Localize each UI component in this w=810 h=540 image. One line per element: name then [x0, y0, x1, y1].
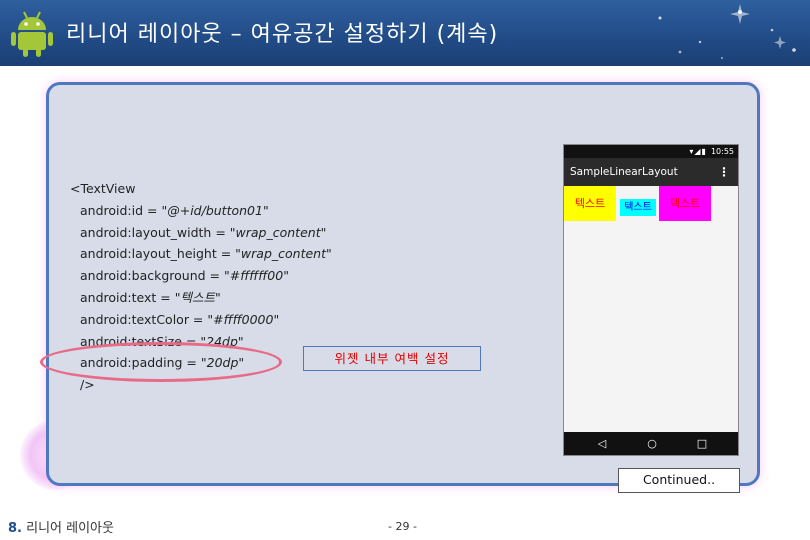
code-line: android:layout_width = "wrap_content": [70, 222, 350, 244]
chapter-title: 리니어 레이아웃: [21, 521, 114, 536]
code-value: "wrap_content": [229, 224, 327, 240]
code-value: "#ffffff00": [224, 268, 289, 284]
code-value: "텍스트": [174, 289, 221, 305]
chapter-number: 8.: [8, 521, 22, 536]
textview-cyan: 텍스트: [620, 199, 656, 216]
footer-chapter: 8. 리니어 레이아웃: [8, 517, 114, 536]
code-value: "wrap_content": [235, 246, 332, 262]
code-value: "@+id/button01": [161, 202, 269, 218]
code-line: android:layout_height = "wrap_content": [70, 243, 350, 265]
header-banner: 리니어 레이아웃 – 여유공간 설정하기 (계속): [0, 0, 810, 66]
code-line: android:text = "텍스트": [70, 287, 350, 309]
sparkle-decoration: [658, 4, 796, 59]
code-attr: android:background =: [80, 268, 225, 284]
code-line: android:textColor = "#ffff0000": [70, 309, 350, 331]
code-attr: android:layout_height =: [80, 246, 236, 262]
home-icon[interactable]: ○: [642, 432, 662, 455]
code-line: <TextView: [70, 178, 350, 200]
code-attr: android:textColor =: [80, 311, 208, 327]
code-attr: android:id =: [80, 202, 162, 218]
android-robot-icon: [11, 11, 53, 57]
layout-content: 텍스트 텍스트 텍스트: [564, 186, 738, 434]
back-icon[interactable]: ◁: [592, 432, 612, 455]
navigation-bar: ◁ ○ □: [564, 432, 738, 455]
textview-magenta: 텍스트: [659, 186, 711, 221]
page-number: - 29 -: [388, 520, 417, 533]
page-title: 리니어 레이아웃 – 여유공간 설정하기 (계속): [66, 22, 499, 47]
textview-yellow: 텍스트: [564, 186, 616, 221]
code-text: <TextView: [70, 181, 136, 196]
status-bar: ▾◢▮ 10:55: [564, 145, 738, 158]
code-text: />: [80, 377, 95, 393]
continued-label: Continued..: [618, 468, 740, 493]
callout-box: 위젯 내부 여백 설정: [303, 346, 481, 371]
code-line: android:background = "#ffffff00": [70, 265, 350, 287]
app-title: SampleLinearLayout: [570, 166, 678, 178]
code-attr: android:layout_width =: [80, 224, 230, 240]
code-value: "#ffff0000": [207, 311, 280, 327]
signal-battery-icon: ▾◢▮: [689, 147, 707, 156]
highlight-ellipse: [40, 342, 282, 382]
app-bar: SampleLinearLayout ⋮: [564, 158, 738, 186]
status-time: 10:55: [710, 147, 734, 156]
recent-apps-icon[interactable]: □: [692, 432, 712, 455]
overflow-menu-icon[interactable]: ⋮: [718, 158, 730, 186]
code-line: android:id = "@+id/button01": [70, 200, 350, 222]
code-attr: android:text =: [80, 289, 175, 305]
phone-screenshot: ▾◢▮ 10:55 SampleLinearLayout ⋮ 텍스트 텍스트 텍스…: [563, 144, 739, 456]
